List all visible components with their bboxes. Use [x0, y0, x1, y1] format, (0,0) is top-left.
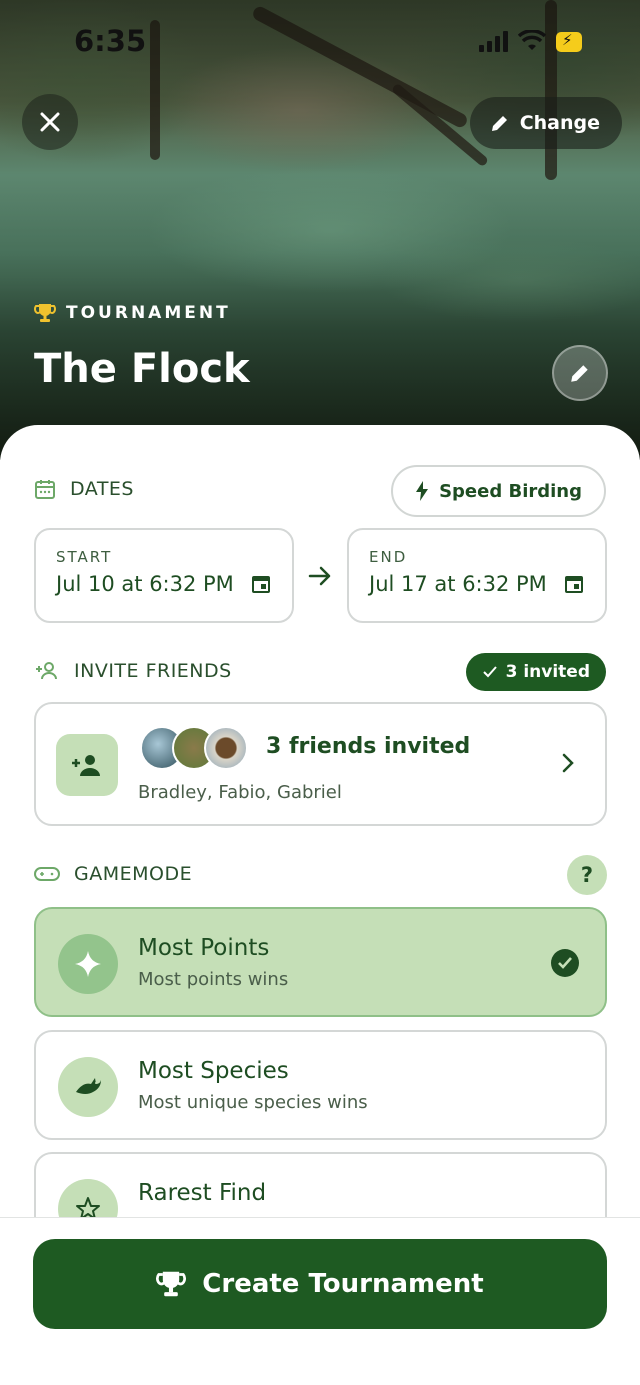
tournament-kind-label: TOURNAMENT — [66, 303, 231, 323]
gamemode-section-header: GAMEMODE — [34, 863, 192, 885]
friends-invited-title: 3 friends invited — [266, 734, 471, 759]
calendar-icon — [252, 576, 270, 593]
dates-section-header: DATES — [34, 478, 134, 500]
tournament-kind: TOURNAMENT — [34, 302, 231, 324]
invited-count-badge: 3 invited — [465, 653, 606, 691]
bird-icon — [76, 1078, 101, 1094]
calendar-icon — [565, 576, 583, 593]
mode-title: Most Points — [138, 935, 270, 961]
close-icon — [40, 112, 60, 132]
mode-icon-circle — [58, 934, 118, 994]
invited-friend-names: Bradley, Fabio, Gabriel — [138, 782, 342, 803]
create-tournament-button[interactable]: Create Tournament — [33, 1239, 607, 1329]
arrow-right-icon — [308, 566, 331, 586]
chevron-right-icon — [562, 753, 574, 773]
change-photo-button[interactable]: Change — [469, 97, 622, 149]
close-button[interactable] — [22, 94, 78, 150]
battery-icon — [556, 31, 582, 52]
trophy-icon — [34, 304, 56, 322]
pencil-icon — [491, 116, 507, 131]
pencil-icon — [571, 365, 588, 382]
speed-birding-button[interactable]: Speed Birding — [391, 465, 606, 517]
selected-check-icon — [551, 949, 579, 977]
avatar — [204, 726, 248, 770]
speed-birding-label: Speed Birding — [439, 480, 582, 502]
end-date-value: Jul 17 at 6:32 PM — [369, 572, 547, 596]
invite-section-label: INVITE FRIENDS — [74, 660, 232, 682]
help-label: ? — [580, 863, 594, 887]
dates-section-label: DATES — [70, 478, 134, 500]
invite-friends-card[interactable]: 3 friends invited Bradley, Fabio, Gabrie… — [34, 702, 607, 826]
gamemode-option-most-points[interactable]: Most Points Most points wins — [34, 907, 607, 1017]
add-friends-icon — [36, 662, 57, 680]
end-date-label: END — [369, 548, 408, 566]
trophy-icon — [156, 1271, 187, 1297]
calendar-icon — [35, 480, 55, 499]
cellular-signal-icon — [479, 30, 508, 52]
edit-title-button[interactable] — [552, 345, 608, 401]
mode-icon-circle — [58, 1057, 118, 1117]
invite-section-header: INVITE FRIENDS — [34, 660, 232, 682]
end-date-picker[interactable]: END Jul 17 at 6:32 PM — [347, 528, 607, 623]
status-bar: 6:35 — [0, 0, 640, 86]
start-date-picker[interactable]: START Jul 10 at 6:32 PM — [34, 528, 294, 623]
add-friends-tile — [56, 734, 118, 796]
wifi-icon — [518, 30, 546, 50]
friend-avatars — [140, 726, 252, 770]
gamemode-option-most-species[interactable]: Most Species Most unique species wins — [34, 1030, 607, 1140]
mode-description: Most unique species wins — [138, 1092, 368, 1113]
lightning-icon — [416, 481, 429, 501]
status-time: 6:35 — [74, 24, 147, 58]
mode-title: Most Species — [138, 1058, 289, 1084]
gamepad-icon — [34, 867, 60, 881]
invited-count-label: 3 invited — [505, 662, 590, 682]
gamemode-help-button[interactable]: ? — [567, 855, 607, 895]
gamemode-section-label: GAMEMODE — [74, 863, 193, 885]
start-date-label: START — [56, 548, 113, 566]
check-icon — [482, 666, 497, 678]
sparkle-icon — [75, 951, 101, 977]
mode-description: Most points wins — [138, 969, 289, 990]
tournament-title: The Flock — [34, 346, 250, 392]
start-date-value: Jul 10 at 6:32 PM — [56, 572, 234, 596]
mode-title: Rarest Find — [138, 1180, 267, 1206]
change-label: Change — [519, 112, 600, 134]
add-friends-icon — [72, 755, 100, 776]
create-tournament-label: Create Tournament — [202, 1269, 484, 1299]
